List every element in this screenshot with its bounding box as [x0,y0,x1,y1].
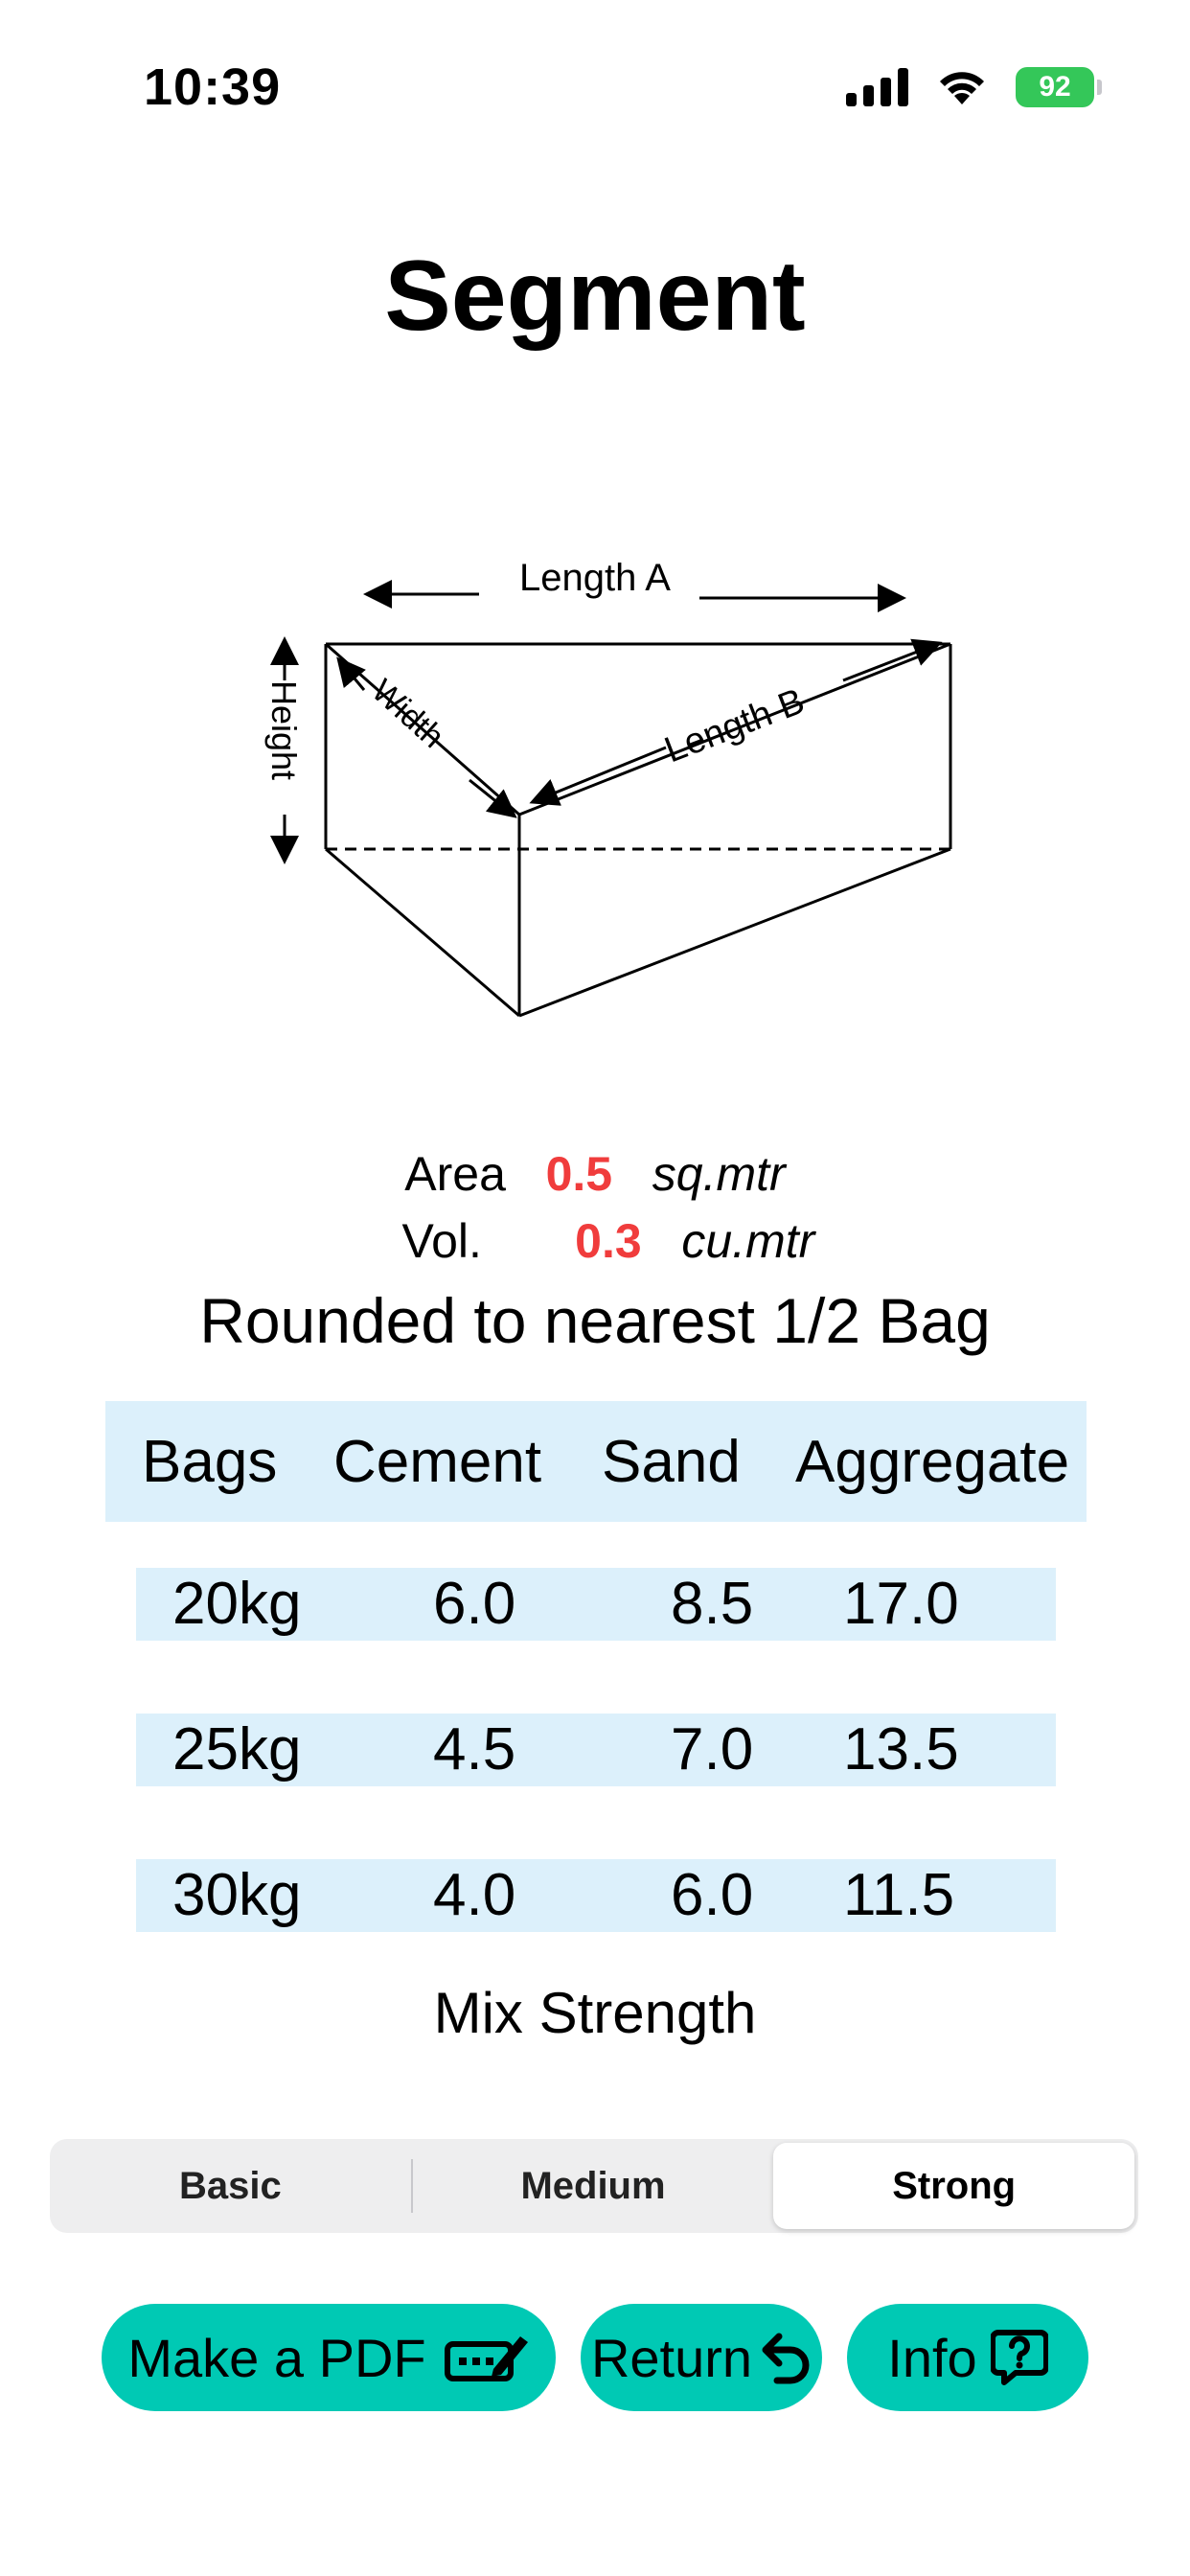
pencil-edit-icon [444,2336,528,2381]
length-b-label: Length B [659,681,810,771]
help-bubble-icon [990,2330,1048,2385]
mix-option-medium[interactable]: Medium [413,2143,774,2229]
vol-value: 0.3 [575,1214,642,1268]
mix-option-basic[interactable]: Basic [50,2143,411,2229]
segment-diagram: Length A Height Width Length B [264,557,952,1018]
area-value: 0.5 [545,1147,613,1201]
table-header: Bags Cement Sand Aggregate [105,1401,1087,1522]
battery-level: 92 [1039,71,1071,103]
row-sand: 7.0 [671,1716,754,1782]
row-aggregate: 11.5 [843,1862,955,1928]
rounded-note: Rounded to nearest 1/2 Bag [199,1285,991,1356]
row-bag-size: 20kg [172,1571,302,1637]
info-label: Info [887,2327,977,2388]
header-bags: Bags [142,1428,278,1495]
vol-unit: cu.mtr [681,1214,815,1268]
header-sand: Sand [602,1428,741,1495]
mix-option-strong[interactable]: Strong [773,2143,1135,2229]
status-icons: 92 [846,67,1102,107]
return-label: Return [590,2327,753,2388]
row-bag-size: 30kg [172,1862,302,1928]
mix-strength-label: Mix Strength [433,1981,757,2045]
row-cement: 4.5 [433,1716,516,1782]
vol-label: Vol. [401,1214,482,1268]
row-aggregate: 17.0 [843,1571,959,1637]
row-cement: 6.0 [433,1571,516,1637]
return-arrow-icon [762,2333,810,2384]
info-button[interactable]: Info [847,2304,1088,2411]
table-row: 30kg 4.0 6.0 11.5 [136,1859,1056,1932]
table-row: 25kg 4.5 7.0 13.5 [136,1714,1056,1786]
make-pdf-label: Make a PDF [127,2327,426,2388]
volume-row: Vol. 0.3 cu.mtr [0,1213,1190,1269]
battery-icon: 92 [1016,67,1102,107]
cellular-signal-icon [846,68,908,106]
header-aggregate: Aggregate [795,1428,1070,1495]
status-time: 10:39 [144,58,282,116]
length-a-label: Length A [519,557,671,599]
area-row: Area 0.5 sq.mtr [0,1146,1190,1202]
row-sand: 6.0 [671,1862,754,1928]
area-unit: sq.mtr [652,1147,786,1201]
row-bag-size: 25kg [172,1716,302,1782]
row-sand: 8.5 [671,1571,754,1637]
area-label: Area [404,1147,506,1201]
table-row: 20kg 6.0 8.5 17.0 [136,1568,1056,1641]
row-aggregate: 13.5 [843,1716,959,1782]
make-pdf-button[interactable]: Make a PDF [102,2304,556,2411]
height-label: Height [264,680,304,780]
return-button[interactable]: Return [581,2304,822,2411]
page-title: Segment [384,241,806,352]
row-cement: 4.0 [433,1862,516,1928]
header-cement: Cement [333,1428,542,1495]
mix-strength-segmented-control: Basic Medium Strong [50,2139,1138,2233]
wifi-icon [940,72,984,104]
